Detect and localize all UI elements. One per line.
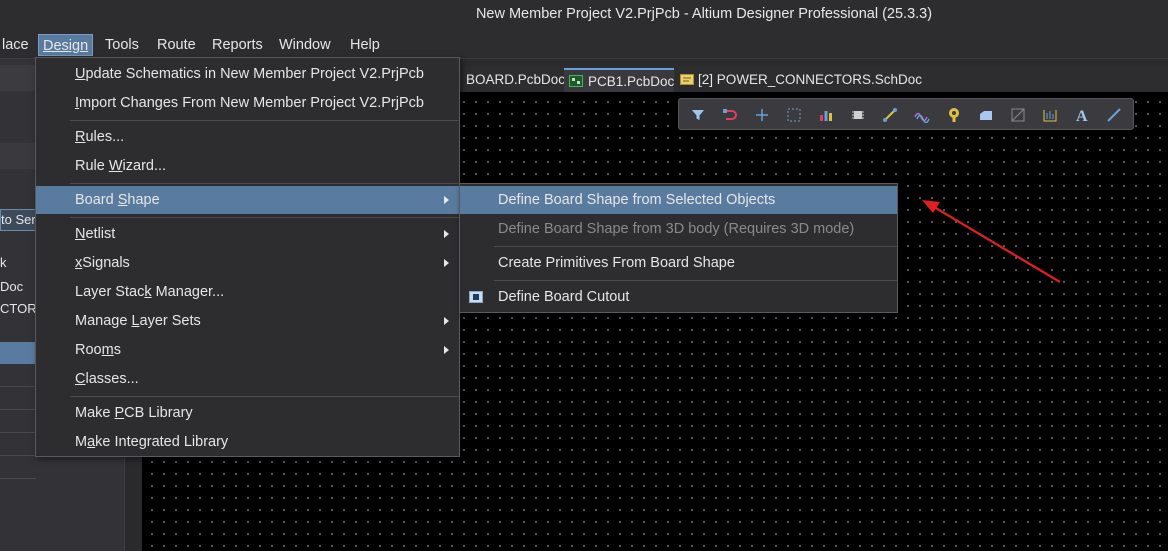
- pcb-doc-icon: [569, 75, 583, 87]
- line-icon[interactable]: [1104, 105, 1124, 125]
- submenu-arrow-icon: [444, 196, 449, 204]
- menu-item-classes[interactable]: Classes...: [36, 365, 459, 393]
- menu-window[interactable]: Window: [275, 34, 335, 56]
- menu-bar: lace Design Tools Route Reports Window H…: [0, 30, 1168, 59]
- menu-help[interactable]: Help: [346, 34, 384, 56]
- submenu-item-define-from-selected[interactable]: Define Board Shape from Selected Objects: [460, 186, 897, 214]
- menu-item-layer-stack-manager[interactable]: Layer Stack Manager...: [36, 278, 459, 306]
- panel-divider: [0, 478, 36, 479]
- menu-item-netlist[interactable]: Netlist: [36, 220, 459, 248]
- component-icon[interactable]: [848, 105, 868, 125]
- submenu-item-define-from-3d-body: Define Board Shape from 3D body (Require…: [498, 221, 855, 237]
- svg-text:A: A: [1076, 108, 1088, 123]
- diff-pair-icon[interactable]: [912, 105, 932, 125]
- menu-separator: [70, 120, 459, 121]
- route-icon[interactable]: [880, 105, 900, 125]
- menu-reports[interactable]: Reports: [208, 34, 267, 56]
- window-title: New Member Project V2.PrjPcb - Altium De…: [475, 6, 933, 22]
- tab-power-connectors-label: [2] POWER_CONNECTORS.SchDoc: [698, 72, 923, 87]
- panel-divider: [0, 386, 36, 387]
- menu-place[interactable]: lace: [0, 34, 33, 56]
- board-cutout-icon: [469, 291, 483, 303]
- menu-item-make-pcb-library[interactable]: Make PCB Library: [36, 399, 459, 427]
- design-menu: Update Schematics in New Member Project …: [35, 57, 460, 457]
- tab-power-connectors-schdoc[interactable]: [2] POWER_CONNECTORS.SchDoc: [676, 68, 928, 92]
- title-bar: New Member Project V2.PrjPcb - Altium De…: [0, 0, 1168, 30]
- active-bar-toolbar: A: [678, 98, 1134, 130]
- panel-divider: [0, 409, 36, 410]
- menu-item-import-changes[interactable]: Import Changes From New Member Project V…: [36, 89, 459, 117]
- panel-tree-item-doc[interactable]: Doc: [0, 279, 36, 294]
- menu-item-rules[interactable]: Rules...: [36, 123, 459, 151]
- panel-tree-item-connectors[interactable]: CTORS: [0, 301, 36, 316]
- filter-icon[interactable]: [688, 105, 708, 125]
- polygon-fill-icon[interactable]: [976, 105, 996, 125]
- menu-tools[interactable]: Tools: [101, 34, 143, 56]
- document-tabs: BOARD.PcbDoc PCB1.PcbDoc [2] POWER_CONNE…: [460, 66, 1168, 92]
- menu-separator: [70, 396, 459, 397]
- menu-item-make-integrated-library[interactable]: Make Integrated Library: [36, 428, 459, 456]
- crosshair-icon[interactable]: [752, 105, 772, 125]
- submenu-arrow-icon: [444, 259, 449, 267]
- menu-item-board-shape[interactable]: Board Shape: [36, 186, 459, 214]
- menu-design-label: Design: [43, 38, 89, 54]
- menu-route[interactable]: Route: [153, 34, 200, 56]
- keepout-icon[interactable]: [1008, 105, 1028, 125]
- text-icon[interactable]: A: [1072, 105, 1092, 125]
- submenu-arrow-icon: [444, 317, 449, 325]
- menu-item-rooms[interactable]: Rooms: [36, 336, 459, 364]
- menu-item-manage-layer-sets[interactable]: Manage Layer Sets: [36, 307, 459, 335]
- submenu-item-define-board-cutout[interactable]: Define Board Cutout: [460, 283, 897, 311]
- submenu-item-create-primitives[interactable]: Create Primitives From Board Shape: [460, 249, 897, 277]
- board-shape-submenu: Define Board Shape from Selected Objects…: [459, 183, 898, 313]
- submenu-arrow-icon: [444, 230, 449, 238]
- menu-separator: [494, 280, 897, 281]
- interactive-routing-icon[interactable]: [720, 105, 740, 125]
- pad-icon[interactable]: [944, 105, 964, 125]
- panel-tree-item[interactable]: k: [0, 255, 36, 270]
- menu-item-xsignals[interactable]: xSignals: [36, 249, 459, 277]
- panel-search-text: to Ser: [1, 212, 36, 227]
- menu-separator: [70, 183, 459, 184]
- bar-chart-icon[interactable]: [816, 105, 836, 125]
- tab-pcb1-pcbdoc[interactable]: PCB1.PcbDoc: [564, 68, 674, 92]
- menu-separator: [70, 217, 459, 218]
- panel-divider: [0, 455, 36, 456]
- menu-item-update-schematics[interactable]: Update Schematics in New Member Project …: [36, 60, 459, 88]
- panel-toolbar: [0, 143, 36, 169]
- submenu-arrow-icon: [444, 346, 449, 354]
- dimension-icon[interactable]: [1040, 105, 1060, 125]
- panel-divider: [0, 432, 36, 433]
- menu-separator: [494, 246, 897, 247]
- panel-header: [0, 65, 36, 91]
- select-rectangle-icon[interactable]: [784, 105, 804, 125]
- tab-board-pcbdoc[interactable]: BOARD.PcbDoc: [460, 68, 571, 92]
- panel-selected-row[interactable]: [0, 342, 36, 364]
- schematic-doc-icon: [680, 74, 694, 85]
- annotation-arrow: [922, 200, 1061, 283]
- panel-search[interactable]: to Ser: [0, 209, 36, 231]
- menu-design[interactable]: Design: [38, 34, 94, 56]
- tab-pcb1-label: PCB1.PcbDoc: [588, 74, 675, 89]
- menu-item-rule-wizard[interactable]: Rule Wizard...: [36, 152, 459, 180]
